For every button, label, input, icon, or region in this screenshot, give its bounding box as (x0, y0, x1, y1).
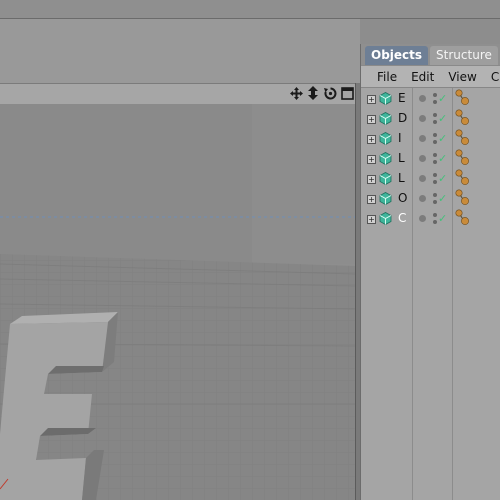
null-object-icon (379, 112, 392, 125)
menu-view[interactable]: View (448, 70, 476, 84)
enabled-check-icon[interactable]: ✓ (438, 172, 447, 185)
expand-toggle-icon[interactable]: + (367, 115, 376, 124)
tab-structure[interactable]: Structure (430, 46, 498, 65)
null-object-icon (379, 132, 392, 145)
editor-visibility-icon[interactable] (433, 113, 437, 117)
zoom-icon[interactable] (306, 86, 320, 100)
object-name[interactable]: L (398, 151, 405, 165)
enabled-check-icon[interactable]: ✓ (438, 132, 447, 145)
render-visibility-icon[interactable] (433, 200, 437, 204)
layer-dot-icon[interactable] (419, 195, 426, 202)
object-row[interactable]: + O ✓ (361, 189, 500, 209)
enabled-check-icon[interactable]: ✓ (438, 152, 447, 165)
render-visibility-icon[interactable] (433, 100, 437, 104)
expand-toggle-icon[interactable]: + (367, 215, 376, 224)
menu-cropped[interactable]: C (491, 70, 499, 84)
expand-toggle-icon[interactable]: + (367, 195, 376, 204)
null-object-icon (379, 152, 392, 165)
object-name[interactable]: C (398, 211, 406, 225)
tag-icon[interactable] (455, 129, 471, 147)
viewport-header (0, 83, 358, 105)
maximize-icon[interactable] (340, 86, 354, 100)
layer-dot-icon[interactable] (419, 135, 426, 142)
viewport-3d[interactable] (0, 104, 355, 500)
enabled-check-icon[interactable]: ✓ (438, 112, 447, 125)
tag-icon[interactable] (455, 189, 471, 207)
enabled-check-icon[interactable]: ✓ (438, 212, 447, 225)
null-object-icon (379, 212, 392, 225)
expand-toggle-icon[interactable]: + (367, 135, 376, 144)
layer-dot-icon[interactable] (419, 155, 426, 162)
editor-visibility-icon[interactable] (433, 93, 437, 97)
layer-dot-icon[interactable] (419, 115, 426, 122)
editor-visibility-icon[interactable] (433, 133, 437, 137)
layer-dot-icon[interactable] (419, 95, 426, 102)
null-object-icon (379, 192, 392, 205)
render-visibility-icon[interactable] (433, 140, 437, 144)
panel-menubar: File Edit View C (361, 65, 500, 88)
top-toolbar (0, 0, 500, 19)
null-object-icon (379, 172, 392, 185)
move-icon[interactable] (289, 86, 303, 100)
rotate-icon[interactable] (323, 86, 337, 100)
enabled-check-icon[interactable]: ✓ (438, 192, 447, 205)
tag-icon[interactable] (455, 149, 471, 167)
top-area (0, 19, 360, 83)
tag-icon[interactable] (455, 89, 471, 107)
object-row[interactable]: + L ✓ (361, 169, 500, 189)
object-name[interactable]: E (398, 91, 406, 105)
panel-tabs: Objects Structure (361, 44, 500, 65)
expand-toggle-icon[interactable]: + (367, 175, 376, 184)
object-row[interactable]: + I ✓ (361, 129, 500, 149)
object-name[interactable]: L (398, 171, 405, 185)
layer-dot-icon[interactable] (419, 215, 426, 222)
object-name[interactable]: D (398, 111, 407, 125)
object-row[interactable]: + L ✓ (361, 149, 500, 169)
enabled-check-icon[interactable]: ✓ (438, 92, 447, 105)
menu-file[interactable]: File (377, 70, 397, 84)
object-name[interactable]: O (398, 191, 407, 205)
render-visibility-icon[interactable] (433, 220, 437, 224)
editor-visibility-icon[interactable] (433, 193, 437, 197)
render-visibility-icon[interactable] (433, 160, 437, 164)
tag-icon[interactable] (455, 109, 471, 127)
tag-icon[interactable] (455, 169, 471, 187)
null-object-icon (379, 92, 392, 105)
object-row[interactable]: + E ✓ (361, 89, 500, 109)
expand-toggle-icon[interactable]: + (367, 95, 376, 104)
render-visibility-icon[interactable] (433, 180, 437, 184)
editor-visibility-icon[interactable] (433, 173, 437, 177)
viewport-scene (0, 104, 355, 500)
objects-panel: Objects Structure File Edit View C + E ✓ + D… (360, 44, 500, 500)
layer-dot-icon[interactable] (419, 175, 426, 182)
editor-visibility-icon[interactable] (433, 213, 437, 217)
menu-edit[interactable]: Edit (411, 70, 434, 84)
object-row[interactable]: + D ✓ (361, 109, 500, 129)
tab-objects[interactable]: Objects (365, 46, 429, 65)
object-name[interactable]: I (398, 131, 402, 145)
object-row[interactable]: + C ✓ (361, 209, 500, 229)
expand-toggle-icon[interactable]: + (367, 155, 376, 164)
render-visibility-icon[interactable] (433, 120, 437, 124)
editor-visibility-icon[interactable] (433, 153, 437, 157)
tag-icon[interactable] (455, 209, 471, 227)
